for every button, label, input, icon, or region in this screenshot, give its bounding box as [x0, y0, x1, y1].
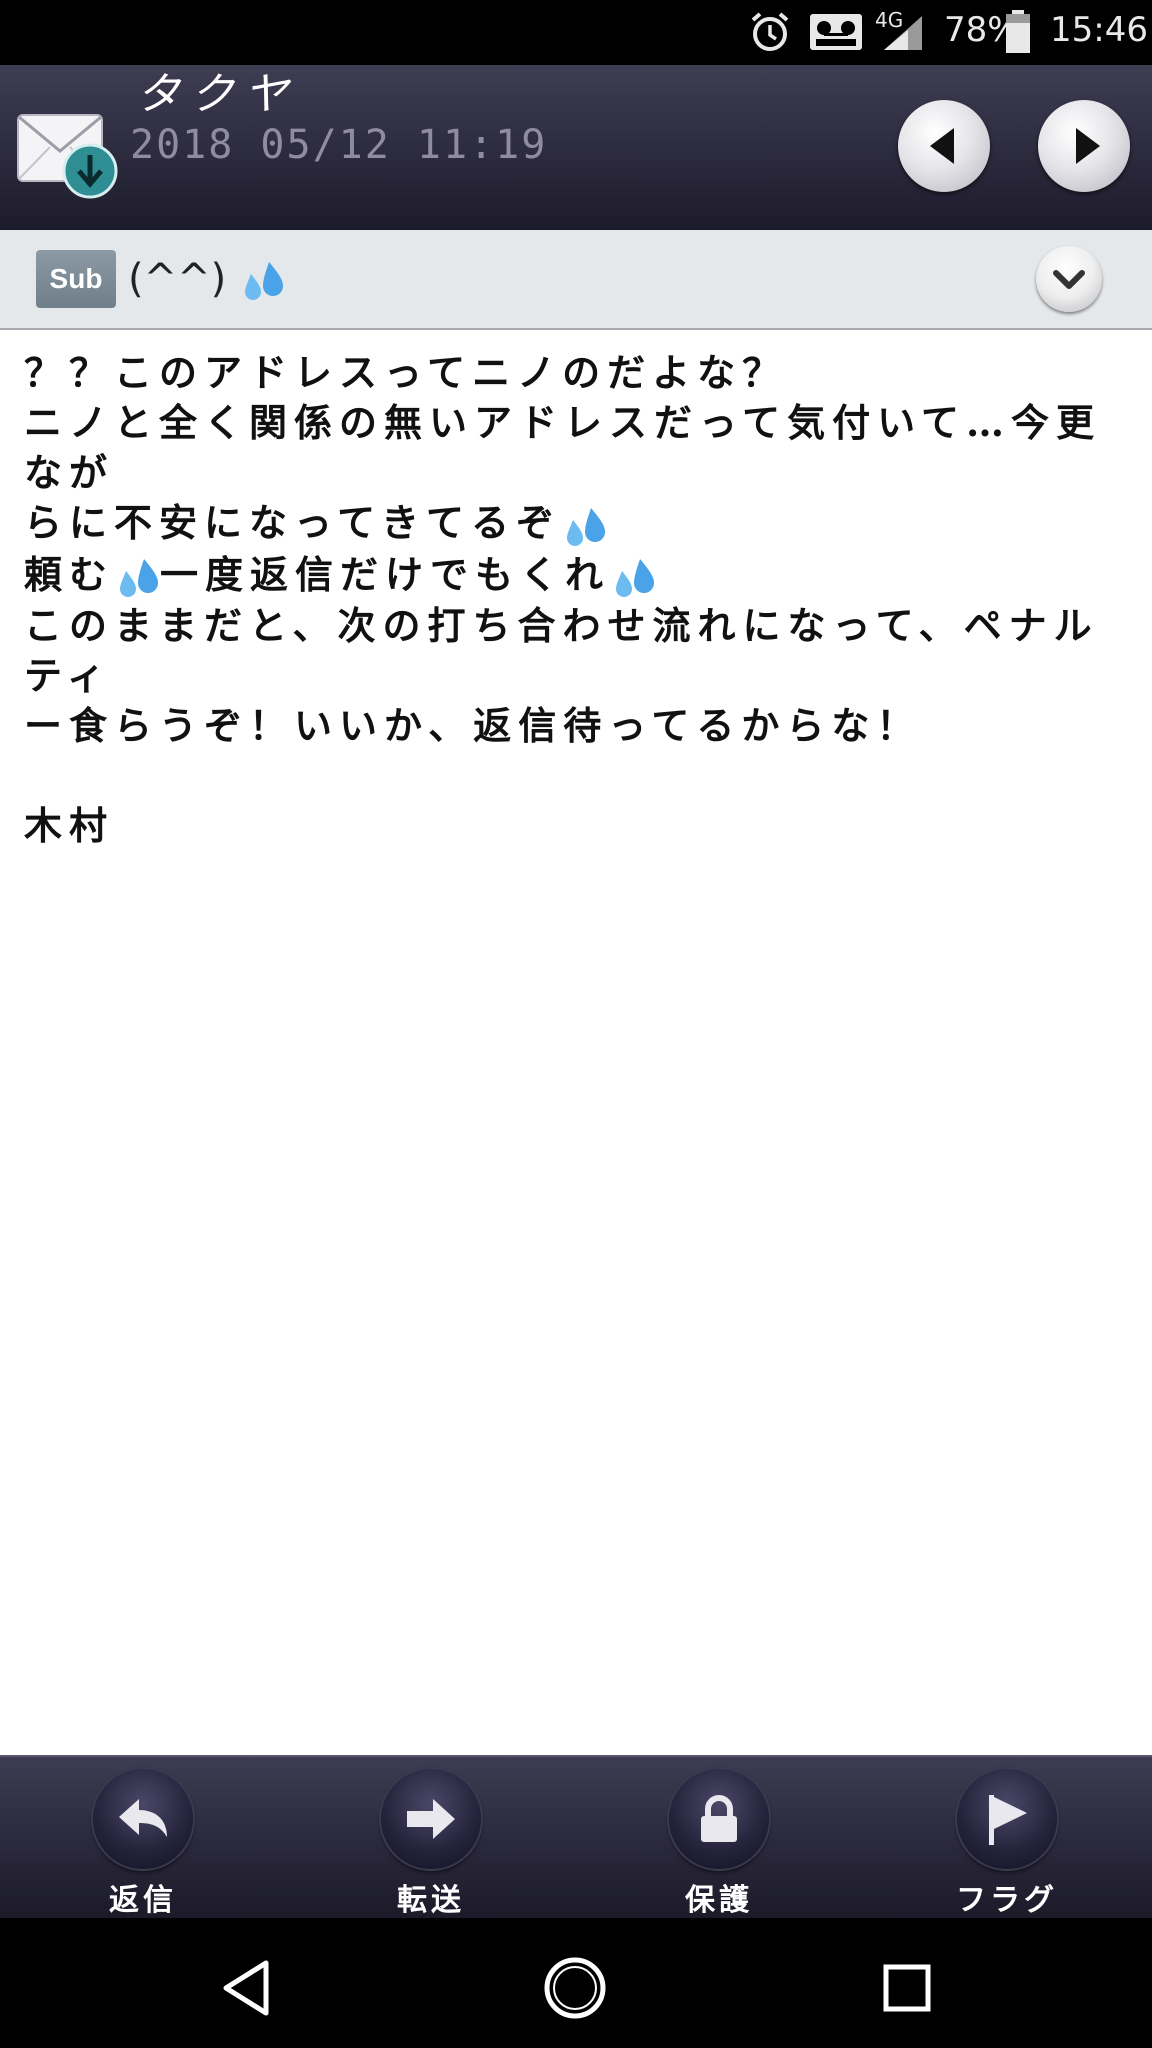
mail-header: タクヤ 2018 05/12 11:19	[0, 65, 1152, 230]
signature: 木村	[24, 803, 115, 848]
protect-button[interactable]: 保護	[629, 1757, 809, 1920]
forward-arrow-icon	[407, 1799, 455, 1839]
sender-name: タクヤ	[136, 69, 298, 120]
home-circle-icon	[544, 1957, 606, 2019]
back-triangle-icon	[223, 1960, 269, 2016]
protect-button-circle[interactable]	[669, 1769, 769, 1869]
recent-apps-square-icon	[883, 1964, 931, 2012]
battery-icon	[1004, 10, 1032, 58]
back-button[interactable]	[212, 1953, 282, 2023]
sweat-drops-emoji	[566, 507, 605, 546]
body-blank-line	[24, 751, 1124, 801]
expand-subject-button[interactable]	[1036, 246, 1102, 312]
body-text: 一度返信だけでもくれ	[160, 551, 611, 597]
home-button[interactable]	[540, 1953, 610, 2023]
subject-line: (^^)	[128, 252, 285, 306]
subject-badge: Sub	[36, 250, 116, 308]
received-datetime: 2018 05/12 11:19	[130, 122, 548, 168]
flag-button-circle[interactable]	[957, 1769, 1057, 1869]
voicemail-icon	[808, 12, 864, 56]
body-line: このままだと、次の打ち合わせ流れになって、ペナルティ	[24, 603, 1099, 698]
next-mail-button[interactable]	[1038, 100, 1130, 192]
alarm-clock-icon	[748, 10, 792, 58]
sweat-drops-emoji	[616, 559, 655, 597]
body-text: らに不安になってきてるぞ	[24, 500, 561, 545]
forward-button[interactable]: 転送	[341, 1757, 521, 1920]
body-line: らに不安になってきてるぞ	[24, 498, 1124, 550]
lock-icon	[701, 1795, 737, 1842]
previous-mail-button[interactable]	[898, 100, 990, 192]
recent-apps-button[interactable]	[872, 1953, 942, 2023]
status-bar: 4G 78% 15:46	[0, 0, 1152, 65]
mail-body: ？？このアドレスってニノのだよな？ ニノと全く関係の無いアドレスだって気付いて……	[24, 348, 1124, 851]
flag-button[interactable]: フラグ	[917, 1757, 1097, 1920]
previous-icon	[930, 128, 954, 164]
flag-label: フラグ	[956, 1883, 1058, 1918]
body-line: ？？このアドレスってニノのだよな？	[24, 350, 788, 395]
subject-bar: Sub (^^)	[0, 230, 1152, 330]
system-navigation-bar	[0, 1918, 1152, 2048]
reply-label: 返信	[109, 1883, 177, 1918]
reply-button[interactable]: 返信	[53, 1757, 233, 1920]
chevron-down-icon	[1053, 270, 1085, 289]
forward-label: 転送	[397, 1883, 465, 1918]
clock: 15:46	[1050, 10, 1148, 50]
received-mail-icon	[16, 107, 124, 207]
body-line: 頼む 一度返信だけでもくれ	[24, 550, 1124, 602]
body-line: ー食らうぞ！いいか、返信待ってるからな！	[24, 703, 922, 748]
signal-icon	[880, 14, 924, 56]
body-text: 頼む	[24, 551, 115, 597]
next-icon	[1076, 128, 1100, 164]
sweat-drops-emoji	[244, 262, 283, 300]
reply-icon	[119, 1799, 167, 1837]
forward-button-circle[interactable]	[381, 1769, 481, 1869]
mail-action-toolbar: 返信 転送 保護 フラグ	[0, 1755, 1152, 1920]
body-line: ニノと全く関係の無いアドレスだって気付いて…今更なが	[24, 400, 1101, 495]
subject-text: (^^)	[128, 256, 227, 302]
reply-button-circle[interactable]	[93, 1769, 193, 1869]
sweat-drops-emoji	[120, 559, 159, 597]
flag-icon	[989, 1795, 1027, 1845]
protect-label: 保護	[685, 1883, 753, 1918]
